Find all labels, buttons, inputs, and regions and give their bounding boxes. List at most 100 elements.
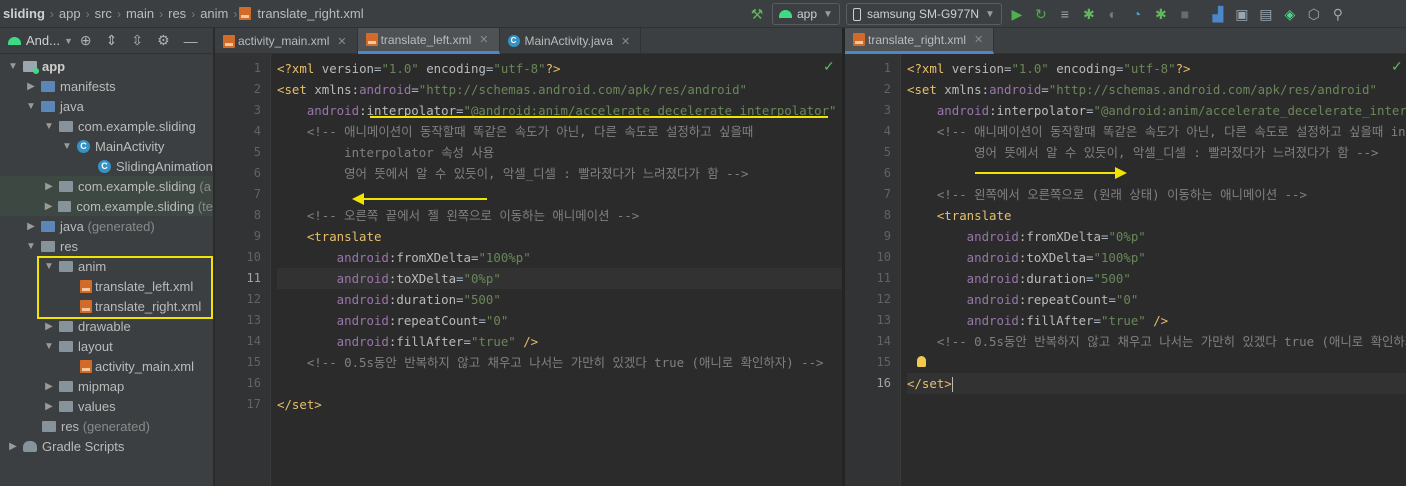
code-line[interactable]: android:repeatCount="0" [907, 289, 1406, 310]
code-line[interactable]: <set xmlns:android="http://schemas.andro… [907, 79, 1406, 100]
chevron-down-icon[interactable]: ▼ [24, 241, 38, 252]
tree-row-mainactivity[interactable]: ▼ C MainActivity [0, 136, 213, 156]
lightbulb-icon[interactable] [917, 356, 926, 367]
code-line[interactable]: android:interpolator="@android:anim/acce… [907, 100, 1406, 121]
breadcrumb-res[interactable]: res [165, 6, 189, 21]
code-line[interactable]: <!-- 0.5s동안 반복하지 않고 채우고 나서는 가만히 있겠다 true… [277, 352, 842, 373]
code-line[interactable]: <?xml version="1.0" encoding="utf-8"?> [907, 58, 1406, 79]
chevron-right-icon[interactable]: ▶ [42, 321, 56, 332]
sdk-manager-icon[interactable]: ▤ [1255, 3, 1277, 25]
code-line[interactable] [907, 352, 1406, 373]
code-line[interactable]: <!-- 오른쪽 끝에서 젤 왼쪽으로 이동하는 애니메이션 --> [277, 205, 842, 226]
tree-row-package-androidtest[interactable]: ▶ com.example.sliding (a [0, 176, 213, 196]
tab-translate-left[interactable]: translate_left.xml ✕ [357, 28, 500, 54]
code-line[interactable]: android:fromXDelta="100%p" [277, 247, 842, 268]
tree-row-app[interactable]: ▼ app [0, 56, 213, 76]
tree-row-values[interactable]: ▶ values [0, 396, 213, 416]
project-view-select[interactable]: And... [26, 33, 60, 48]
tab-mainactivity[interactable]: C MainActivity.java ✕ [500, 28, 642, 54]
sync-icon[interactable]: ▟ [1207, 3, 1229, 25]
emulator-icon[interactable]: ◈ [1279, 3, 1301, 25]
code-line[interactable]: android:toXDelta="0%p" [277, 268, 842, 289]
gear-icon[interactable]: ⚙ [157, 32, 170, 49]
code-line[interactable]: </set> [277, 394, 842, 415]
code-line[interactable]: </set> [907, 373, 1406, 394]
breadcrumb-anim[interactable]: anim [197, 6, 231, 21]
minimize-icon[interactable]: — [184, 33, 198, 49]
code-area[interactable]: <?xml version="1.0" encoding="utf-8"?> <s… [271, 54, 842, 415]
close-icon[interactable]: ✕ [621, 35, 630, 48]
chevron-right-icon[interactable]: ▶ [42, 381, 56, 392]
device-manager-icon[interactable]: ▣ [1231, 3, 1253, 25]
hammer-icon[interactable]: ⚒ [746, 3, 768, 25]
code-line[interactable]: android:fillAfter="true" /> [277, 331, 842, 352]
tab-activity-main[interactable]: activity_main.xml ✕ [215, 28, 358, 54]
tab-translate-right[interactable]: translate_right.xml ✕ [845, 28, 995, 54]
breadcrumb-src[interactable]: src [92, 6, 115, 21]
stop-icon[interactable]: ■ [1174, 3, 1196, 25]
tree-row-java[interactable]: ▼ java [0, 96, 213, 116]
code-line[interactable]: android:fillAfter="true" /> [907, 310, 1406, 331]
code-line[interactable]: <set xmlns:android="http://schemas.andro… [277, 79, 842, 100]
tree-row-package-test[interactable]: ▶ com.example.sliding (te [0, 196, 213, 216]
run-icon[interactable]: ▶ [1006, 3, 1028, 25]
right-editor[interactable]: 1 2 3 4 5 6 7 8 9 10 11 12 13 14 15 16 <?xml version="1… [845, 54, 1406, 486]
breadcrumb-app[interactable]: app [56, 6, 84, 21]
chevron-right-icon[interactable]: ▶ [42, 201, 55, 212]
coverage-icon[interactable]: ✱ [1150, 3, 1172, 25]
chevron-down-icon[interactable]: ▼ [24, 101, 38, 112]
chevron-right-icon[interactable]: ▶ [42, 401, 56, 412]
apply-changes-icon[interactable]: ↻ [1030, 3, 1052, 25]
close-icon[interactable]: ✕ [337, 35, 346, 48]
chevron-right-icon[interactable]: ▶ [42, 181, 56, 192]
code-line[interactable]: android:fromXDelta="0%p" [907, 226, 1406, 247]
code-line[interactable]: <translate [907, 205, 1406, 226]
attach-debugger-icon[interactable]: ◐ [1102, 3, 1124, 25]
code-line[interactable]: android:duration="500" [277, 289, 842, 310]
tree-row-layout[interactable]: ▼ layout [0, 336, 213, 356]
breadcrumb-project[interactable]: sliding [0, 6, 48, 21]
code-line[interactable]: interpolator 속성 사용 [277, 142, 842, 163]
tree-row-java-generated[interactable]: ▶ java (generated) [0, 216, 213, 236]
code-line[interactable]: <!-- 애니메이션이 동작할때 똑같은 속도가 아닌, 다른 속도로 설정하고… [907, 121, 1406, 142]
chevron-down-icon[interactable]: ▼ [60, 141, 74, 152]
apply-code-changes-icon[interactable]: ≡ [1054, 3, 1076, 25]
chevron-right-icon[interactable]: ▶ [24, 81, 38, 92]
breadcrumb-main[interactable]: main [123, 6, 157, 21]
code-area[interactable]: <?xml version="1.0" encoding="utf-8"?> <s… [901, 54, 1406, 394]
chevron-right-icon[interactable]: ▶ [24, 221, 38, 232]
code-line[interactable]: <!-- 0.5s동안 반복하지 않고 채우고 나서는 가만히 있겠다 true… [907, 331, 1406, 352]
left-editor[interactable]: 1 2 3 4 5 6 7 8 9 10 11 12 13 14 15 16 17 <?xml version=… [215, 54, 842, 486]
code-line[interactable] [277, 373, 842, 394]
profiler-icon[interactable]: ◔ [1126, 3, 1148, 25]
code-line[interactable]: android:repeatCount="0" [277, 310, 842, 331]
tree-row-drawable[interactable]: ▶ drawable [0, 316, 213, 336]
collapse-all-icon[interactable]: ⇳ [131, 32, 143, 49]
tree-row-package[interactable]: ▼ com.example.sliding [0, 116, 213, 136]
locate-icon[interactable]: ⊕ [80, 32, 92, 49]
layout-inspector-icon[interactable]: ⬡ [1303, 3, 1325, 25]
tree-row-slidinganimation[interactable]: C SlidingAnimation [0, 156, 213, 176]
code-line[interactable]: android:duration="500" [907, 268, 1406, 289]
code-line[interactable]: <!-- 왼쪽에서 오른쪽으로 (원래 상태) 이동하는 애니메이션 --> [907, 184, 1406, 205]
code-line[interactable]: <!-- 애니메이션이 동작할때 똑같은 속도가 아닌, 다른 속도로 설정하고… [277, 121, 842, 142]
device-select[interactable]: samsung SM-G977N ▼ [845, 3, 1002, 25]
chevron-down-icon[interactable]: ▼ [6, 61, 20, 72]
code-line[interactable]: android:toXDelta="100%p" [907, 247, 1406, 268]
tree-row-manifests[interactable]: ▶ manifests [0, 76, 213, 96]
close-icon[interactable]: ✕ [974, 33, 983, 46]
code-line[interactable]: <translate [277, 226, 842, 247]
close-icon[interactable]: ✕ [479, 33, 488, 46]
chevron-right-icon[interactable]: ▶ [6, 441, 20, 452]
tree-row-mipmap[interactable]: ▶ mipmap [0, 376, 213, 396]
code-line[interactable]: 영어 뜻에서 알 수 있듯이, 악셀_디셀 : 빨라졌다가 느려졌다가 함 --… [277, 163, 842, 184]
debug-icon[interactable]: ✱ [1078, 3, 1100, 25]
tree-row-res-generated[interactable]: res (generated) [0, 416, 213, 436]
tree-row-gradle[interactable]: ▶ Gradle Scripts [0, 436, 213, 456]
expand-all-icon[interactable]: ⇕ [106, 32, 118, 49]
chevron-down-icon[interactable]: ▼ [42, 121, 56, 132]
tree-row-activity-main[interactable]: activity_main.xml [0, 356, 213, 376]
run-config-select[interactable]: app ▼ [772, 3, 840, 25]
chevron-down-icon[interactable]: ▼ [42, 341, 56, 352]
breadcrumb-file[interactable]: translate_right.xml [254, 6, 366, 21]
